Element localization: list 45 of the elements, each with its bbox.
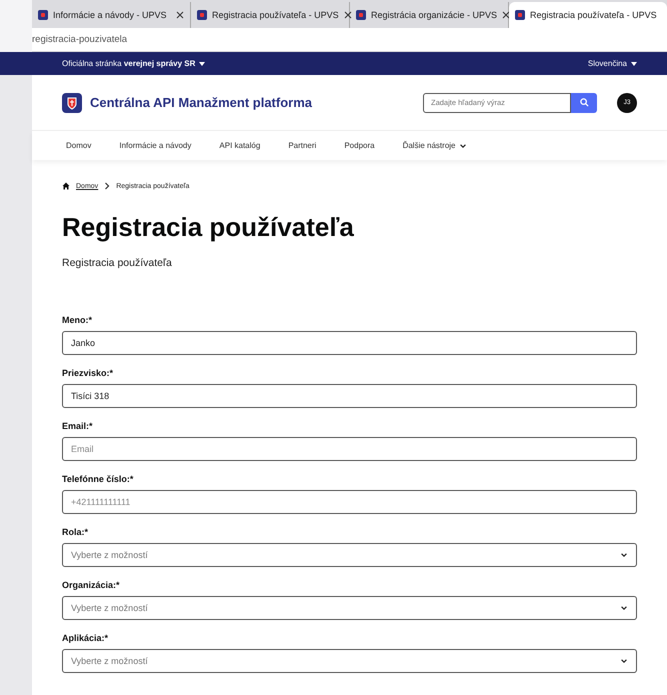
home-icon xyxy=(62,182,70,190)
select-field[interactable]: Vyberte z možností xyxy=(62,596,637,620)
favicon-icon xyxy=(197,10,207,20)
nav-link[interactable]: Domov xyxy=(62,141,104,150)
chevron-down-icon xyxy=(458,142,466,150)
close-icon[interactable] xyxy=(344,11,352,19)
chevron-down-icon xyxy=(620,551,628,559)
favicon-icon xyxy=(38,10,48,20)
input-field[interactable]: +421111111111 xyxy=(62,490,637,514)
official-site-link[interactable]: Oficiálna stránka verejnej správy SR xyxy=(62,59,206,68)
chevron-right-icon xyxy=(104,182,110,190)
field-label: Priezvisko:* xyxy=(62,368,114,378)
close-icon[interactable] xyxy=(502,11,510,19)
nav-link[interactable]: Partneri xyxy=(284,141,328,150)
favicon-icon xyxy=(515,10,525,20)
nav-link[interactable]: Podpora xyxy=(340,141,387,150)
language-selector[interactable]: Slovenčina xyxy=(588,59,637,68)
logo-icon xyxy=(62,92,82,112)
page-subtitle: Registracia používateľa xyxy=(62,257,173,269)
search-button[interactable] xyxy=(571,92,597,112)
field-label: Rola:* xyxy=(62,527,90,537)
input-field[interactable]: Email xyxy=(62,437,637,461)
address-text[interactable]: registracia-pouzivatela xyxy=(32,34,128,45)
field-label: Aplikácia:* xyxy=(62,633,110,643)
close-icon[interactable] xyxy=(176,11,184,19)
field-label: Email:* xyxy=(62,421,94,431)
nav-link[interactable]: API katalóg xyxy=(215,141,272,150)
select-field[interactable]: Vyberte z možností xyxy=(62,649,637,673)
select-field[interactable]: Vyberte z možností xyxy=(62,543,637,567)
field-label: Telefónne číslo:* xyxy=(62,474,134,484)
chevron-down-icon xyxy=(620,604,628,612)
field-label: Organizácia:* xyxy=(62,580,121,590)
chevron-down-icon xyxy=(620,657,628,665)
nav-link[interactable]: Ďalšie nástroje xyxy=(398,141,478,150)
search-icon xyxy=(580,98,588,107)
browser-tab[interactable]: Registracia používateľa - UPVS xyxy=(509,2,667,28)
field-label: Meno:* xyxy=(62,315,93,325)
favicon-icon xyxy=(356,10,366,20)
caret-icon xyxy=(199,62,206,66)
site-title[interactable]: Centrálna API Manažment platforma xyxy=(90,95,415,110)
input-field[interactable]: Janko xyxy=(62,331,637,355)
page-title: Registracia používateľa xyxy=(62,212,355,243)
caret-icon xyxy=(631,62,637,66)
input-field[interactable]: Tisíci 318 xyxy=(62,384,637,408)
nav-link[interactable]: Informácie a návody xyxy=(115,141,204,150)
